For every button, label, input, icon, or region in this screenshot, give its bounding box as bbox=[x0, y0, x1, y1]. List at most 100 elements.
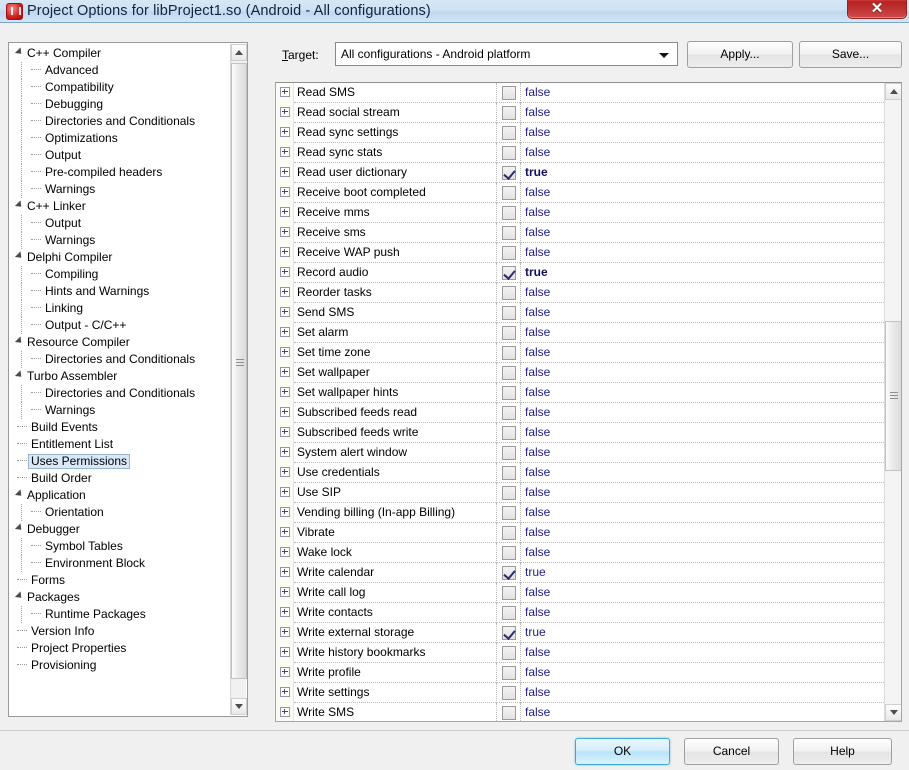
checkbox-unchecked-icon[interactable] bbox=[502, 426, 516, 440]
permission-row[interactable]: Vibrate false bbox=[276, 523, 884, 543]
tree-item-entitlement-list[interactable]: Entitlement List bbox=[9, 436, 235, 453]
apply-button[interactable]: Apply... bbox=[687, 41, 793, 68]
checkbox-unchecked-icon[interactable] bbox=[502, 86, 516, 100]
expander-triangle-icon[interactable] bbox=[14, 47, 25, 57]
expand-plus-icon[interactable] bbox=[280, 327, 290, 337]
checkbox-unchecked-icon[interactable] bbox=[502, 586, 516, 600]
permission-row[interactable]: Subscribed feeds read false bbox=[276, 403, 884, 423]
checkbox-checked-icon[interactable] bbox=[502, 166, 516, 180]
expand-plus-icon[interactable] bbox=[280, 127, 290, 137]
tree-scrollbar-thumb[interactable] bbox=[231, 63, 247, 679]
tree-item-uses-permissions[interactable]: Uses Permissions bbox=[9, 453, 235, 470]
expand-plus-icon[interactable] bbox=[280, 247, 290, 257]
expand-plus-icon[interactable] bbox=[280, 427, 290, 437]
expand-plus-icon[interactable] bbox=[280, 367, 290, 377]
expand-plus-icon[interactable] bbox=[280, 667, 290, 677]
expand-plus-icon[interactable] bbox=[280, 347, 290, 357]
permission-row[interactable]: Send SMS false bbox=[276, 303, 884, 323]
tree-item-orientation[interactable]: Orientation bbox=[9, 504, 235, 521]
tree-item-provisioning[interactable]: Provisioning bbox=[9, 657, 235, 674]
permission-row[interactable]: Reorder tasks false bbox=[276, 283, 884, 303]
permission-row[interactable]: Use SIP false bbox=[276, 483, 884, 503]
tree-item-c-linker[interactable]: C++ Linker bbox=[9, 198, 235, 215]
checkbox-unchecked-icon[interactable] bbox=[502, 226, 516, 240]
checkbox-unchecked-icon[interactable] bbox=[502, 486, 516, 500]
permission-row[interactable]: Record audio true bbox=[276, 263, 884, 283]
checkbox-unchecked-icon[interactable] bbox=[502, 666, 516, 680]
permission-row[interactable]: Receive boot completed false bbox=[276, 183, 884, 203]
expand-plus-icon[interactable] bbox=[280, 187, 290, 197]
expand-plus-icon[interactable] bbox=[280, 627, 290, 637]
checkbox-checked-icon[interactable] bbox=[502, 266, 516, 280]
expand-plus-icon[interactable] bbox=[280, 207, 290, 217]
tree-item-output-c-c[interactable]: Output - C/C++ bbox=[9, 317, 235, 334]
tree-scroll-down-icon[interactable] bbox=[231, 698, 247, 715]
permission-row[interactable]: Set wallpaper hints false bbox=[276, 383, 884, 403]
tree-item-debugger[interactable]: Debugger bbox=[9, 521, 235, 538]
permission-row[interactable]: Receive WAP push false bbox=[276, 243, 884, 263]
checkbox-unchecked-icon[interactable] bbox=[502, 446, 516, 460]
cancel-button[interactable]: Cancel bbox=[684, 738, 779, 765]
expand-plus-icon[interactable] bbox=[280, 607, 290, 617]
expand-plus-icon[interactable] bbox=[280, 287, 290, 297]
grid-scroll-down-icon[interactable] bbox=[885, 704, 901, 721]
expand-plus-icon[interactable] bbox=[280, 567, 290, 577]
checkbox-unchecked-icon[interactable] bbox=[502, 206, 516, 220]
checkbox-unchecked-icon[interactable] bbox=[502, 386, 516, 400]
expand-plus-icon[interactable] bbox=[280, 687, 290, 697]
permission-row[interactable]: Write SMS false bbox=[276, 703, 884, 721]
checkbox-unchecked-icon[interactable] bbox=[502, 306, 516, 320]
tree-item-project-properties[interactable]: Project Properties bbox=[9, 640, 235, 657]
target-combobox[interactable]: All configurations - Android platform bbox=[335, 42, 678, 66]
checkbox-unchecked-icon[interactable] bbox=[502, 326, 516, 340]
ok-button[interactable]: OK bbox=[575, 738, 670, 765]
permissions-rows[interactable]: Read SMS false Read social stream false Read… bbox=[276, 83, 884, 721]
permission-row[interactable]: Write calendar true bbox=[276, 563, 884, 583]
checkbox-unchecked-icon[interactable] bbox=[502, 506, 516, 520]
permission-row[interactable]: Read sync settings false bbox=[276, 123, 884, 143]
tree-item-runtime-packages[interactable]: Runtime Packages bbox=[9, 606, 235, 623]
checkbox-unchecked-icon[interactable] bbox=[502, 106, 516, 120]
permission-row[interactable]: Read user dictionary true bbox=[276, 163, 884, 183]
checkbox-unchecked-icon[interactable] bbox=[502, 466, 516, 480]
tree-item-pre-compiled-headers[interactable]: Pre-compiled headers bbox=[9, 164, 235, 181]
expander-triangle-icon[interactable] bbox=[14, 251, 25, 261]
tree-scrollbar[interactable] bbox=[230, 44, 247, 715]
checkbox-unchecked-icon[interactable] bbox=[502, 526, 516, 540]
expand-plus-icon[interactable] bbox=[280, 87, 290, 97]
tree-item-directories-and-conditionals[interactable]: Directories and Conditionals bbox=[9, 113, 235, 130]
expand-plus-icon[interactable] bbox=[280, 707, 290, 717]
checkbox-unchecked-icon[interactable] bbox=[502, 186, 516, 200]
tree-item-environment-block[interactable]: Environment Block bbox=[9, 555, 235, 572]
checkbox-unchecked-icon[interactable] bbox=[502, 406, 516, 420]
save-button[interactable]: Save... bbox=[799, 41, 902, 68]
tree-item-hints-and-warnings[interactable]: Hints and Warnings bbox=[9, 283, 235, 300]
permission-row[interactable]: Vending billing (In-app Billing) false bbox=[276, 503, 884, 523]
expand-plus-icon[interactable] bbox=[280, 267, 290, 277]
expander-triangle-icon[interactable] bbox=[14, 336, 25, 346]
tree-item-forms[interactable]: Forms bbox=[9, 572, 235, 589]
tree-item-warnings[interactable]: Warnings bbox=[9, 402, 235, 419]
grid-scrollbar[interactable] bbox=[884, 83, 901, 721]
tree-item-symbol-tables[interactable]: Symbol Tables bbox=[9, 538, 235, 555]
tree-item-warnings[interactable]: Warnings bbox=[9, 232, 235, 249]
expander-triangle-icon[interactable] bbox=[14, 591, 25, 601]
permission-row[interactable]: Use credentials false bbox=[276, 463, 884, 483]
permission-row[interactable]: Set alarm false bbox=[276, 323, 884, 343]
tree-scroll-up-icon[interactable] bbox=[231, 44, 247, 61]
checkbox-unchecked-icon[interactable] bbox=[502, 686, 516, 700]
tree-item-advanced[interactable]: Advanced bbox=[9, 62, 235, 79]
tree-item-turbo-assembler[interactable]: Turbo Assembler bbox=[9, 368, 235, 385]
help-button[interactable]: Help bbox=[793, 738, 892, 765]
expander-triangle-icon[interactable] bbox=[14, 489, 25, 499]
permission-row[interactable]: Receive mms false bbox=[276, 203, 884, 223]
expand-plus-icon[interactable] bbox=[280, 507, 290, 517]
checkbox-unchecked-icon[interactable] bbox=[502, 286, 516, 300]
tree-item-output[interactable]: Output bbox=[9, 147, 235, 164]
tree-item-packages[interactable]: Packages bbox=[9, 589, 235, 606]
checkbox-unchecked-icon[interactable] bbox=[502, 606, 516, 620]
checkbox-unchecked-icon[interactable] bbox=[502, 706, 516, 720]
expand-plus-icon[interactable] bbox=[280, 387, 290, 397]
expander-triangle-icon[interactable] bbox=[14, 370, 25, 380]
expander-triangle-icon[interactable] bbox=[14, 523, 25, 533]
